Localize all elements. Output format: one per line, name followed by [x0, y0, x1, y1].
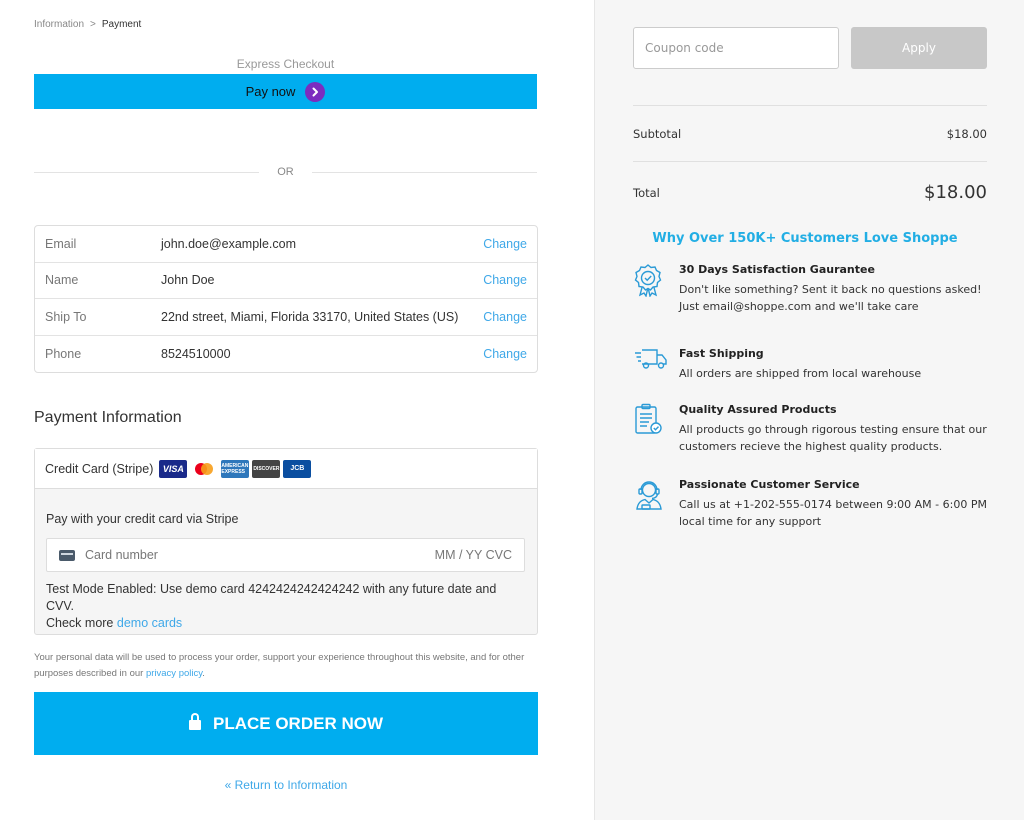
divider-line [34, 171, 260, 173]
discover-icon: DISCOVER [252, 459, 281, 478]
mastercard-icon [190, 460, 218, 478]
change-ship-to-link[interactable]: Change [483, 310, 537, 324]
review-row-ship-to: Ship To 22nd street, Miami, Florida 3317… [35, 299, 537, 336]
feature-text: Passionate Customer Service Call us at +… [679, 478, 989, 530]
review-label: Email [45, 236, 77, 251]
credit-card-body: Pay with your credit card via Stripe Car… [35, 512, 537, 632]
privacy-text: Your personal data will be used to proce… [34, 652, 525, 679]
or-text: OR [277, 166, 294, 178]
review-row-phone: Phone 8524510000 Change [35, 336, 537, 373]
place-order-button[interactable]: PLACE ORDER NOW [34, 692, 538, 755]
visa-icon: VISA [159, 459, 188, 478]
review-value: 8524510000 [161, 346, 231, 361]
card-logos: VISA AMERICAN EXPRESS DISCOVER JCB [159, 459, 312, 478]
privacy-end: . [202, 668, 205, 679]
breadcrumb-separator: > [90, 19, 96, 30]
pay-now-label: Pay now [245, 84, 296, 99]
review-value: john.doe@example.com [161, 236, 296, 251]
feature-title: Quality Assured Products [679, 403, 837, 416]
feature-text: Quality Assured Products All products go… [679, 403, 989, 455]
delivery-truck-icon [633, 347, 667, 381]
credit-card-payment-box: Credit Card (Stripe) VISA AMERICAN EXPRE… [34, 448, 538, 635]
place-order-label: PLACE ORDER NOW [213, 713, 383, 733]
satisfaction-badge-icon [633, 263, 667, 298]
review-label: Phone [45, 346, 82, 361]
card-number-input[interactable]: Card number MM / YY CVC [46, 538, 525, 572]
expiry-cvc-placeholder: MM / YY CVC [434, 548, 512, 562]
quality-clipboard-icon [633, 403, 667, 437]
change-phone-link[interactable]: Change [483, 347, 537, 361]
breadcrumb-payment: Payment [101, 19, 142, 30]
express-checkout-label: Express Checkout [236, 57, 335, 71]
feature-title: Passionate Customer Service [679, 478, 860, 491]
privacy-policy-link[interactable]: privacy policy [146, 668, 202, 679]
breadcrumb-information[interactable]: Information [34, 19, 84, 30]
payment-method-stripe[interactable]: Credit Card (Stripe) VISA AMERICAN EXPRE… [35, 449, 537, 489]
review-value: 22nd street, Miami, Florida 33170, Unite… [161, 309, 459, 324]
review-label: Name [45, 273, 79, 288]
check-more-text: Check more [46, 616, 114, 630]
total-label: Total [633, 185, 660, 200]
credit-card-icon [59, 549, 75, 561]
return-to-information-link[interactable]: « Return to Information [34, 778, 538, 792]
order-summary-sidebar: Apply Subtotal $18.00 Total $18.00 Why O… [594, 0, 1024, 820]
feature-text: 30 Days Satisfaction Gaurantee Don't lik… [679, 263, 989, 315]
feature-title: 30 Days Satisfaction Gaurantee [679, 263, 875, 276]
stripe-subtitle: Pay with your credit card via Stripe [46, 512, 239, 526]
feature-description: Don't like something? Sent it back no qu… [679, 283, 982, 313]
coupon-code-input[interactable] [633, 27, 839, 69]
apply-coupon-button[interactable]: Apply [851, 27, 987, 69]
payment-information-title: Payment Information [34, 409, 182, 426]
feature-description: Call us at +1-202-555-0174 between 9:00 … [679, 498, 987, 528]
subtotal-label: Subtotal [633, 127, 682, 141]
breadcrumb: Information > Payment [34, 19, 141, 30]
feature-title: Fast Shipping [679, 347, 764, 360]
review-block: Email john.doe@example.com Change Name J… [34, 225, 538, 373]
test-mode-note: Test Mode Enabled: Use demo card 4242424… [46, 581, 526, 632]
subtotal-row: Subtotal $18.00 [633, 127, 987, 141]
summary-divider [633, 161, 987, 162]
subtotal-value: $18.00 [946, 127, 987, 141]
feature-description: All orders are shipped from local wareho… [679, 367, 922, 380]
chevron-right-icon [305, 81, 326, 102]
divider-line [311, 171, 537, 173]
feature-description: All products go through rigorous testing… [679, 423, 987, 453]
pay-now-button[interactable]: Pay now [34, 74, 537, 109]
checkout-main: Information > Payment Express Checkout Pay… [0, 0, 594, 820]
review-label: Ship To [45, 309, 87, 324]
jcb-icon: JCB [283, 459, 312, 478]
why-customers-love-title: Why Over 150K+ Customers Love Shoppe [652, 231, 958, 246]
review-row-name: Name John Doe Change [35, 263, 537, 299]
total-value: $18.00 [924, 182, 987, 203]
lock-icon [189, 712, 201, 730]
amex-icon: AMERICAN EXPRESS [221, 459, 250, 478]
customer-service-icon [633, 478, 667, 512]
feature-text: Fast Shipping All orders are shipped fro… [679, 347, 989, 382]
change-email-link[interactable]: Change [483, 237, 537, 251]
card-number-placeholder: Card number [85, 548, 158, 562]
payment-method-label: Credit Card (Stripe) [45, 461, 154, 476]
or-divider: OR [34, 165, 537, 179]
privacy-notice: Your personal data will be used to proce… [34, 650, 544, 682]
test-mode-text: Test Mode Enabled: Use demo card 4242424… [46, 582, 497, 613]
review-value: John Doe [161, 273, 215, 288]
change-name-link[interactable]: Change [483, 273, 537, 287]
demo-cards-link[interactable]: demo cards [117, 616, 182, 630]
review-row-email: Email john.doe@example.com Change [35, 226, 537, 263]
summary-divider [633, 105, 987, 106]
total-row: Total $18.00 [633, 182, 987, 203]
